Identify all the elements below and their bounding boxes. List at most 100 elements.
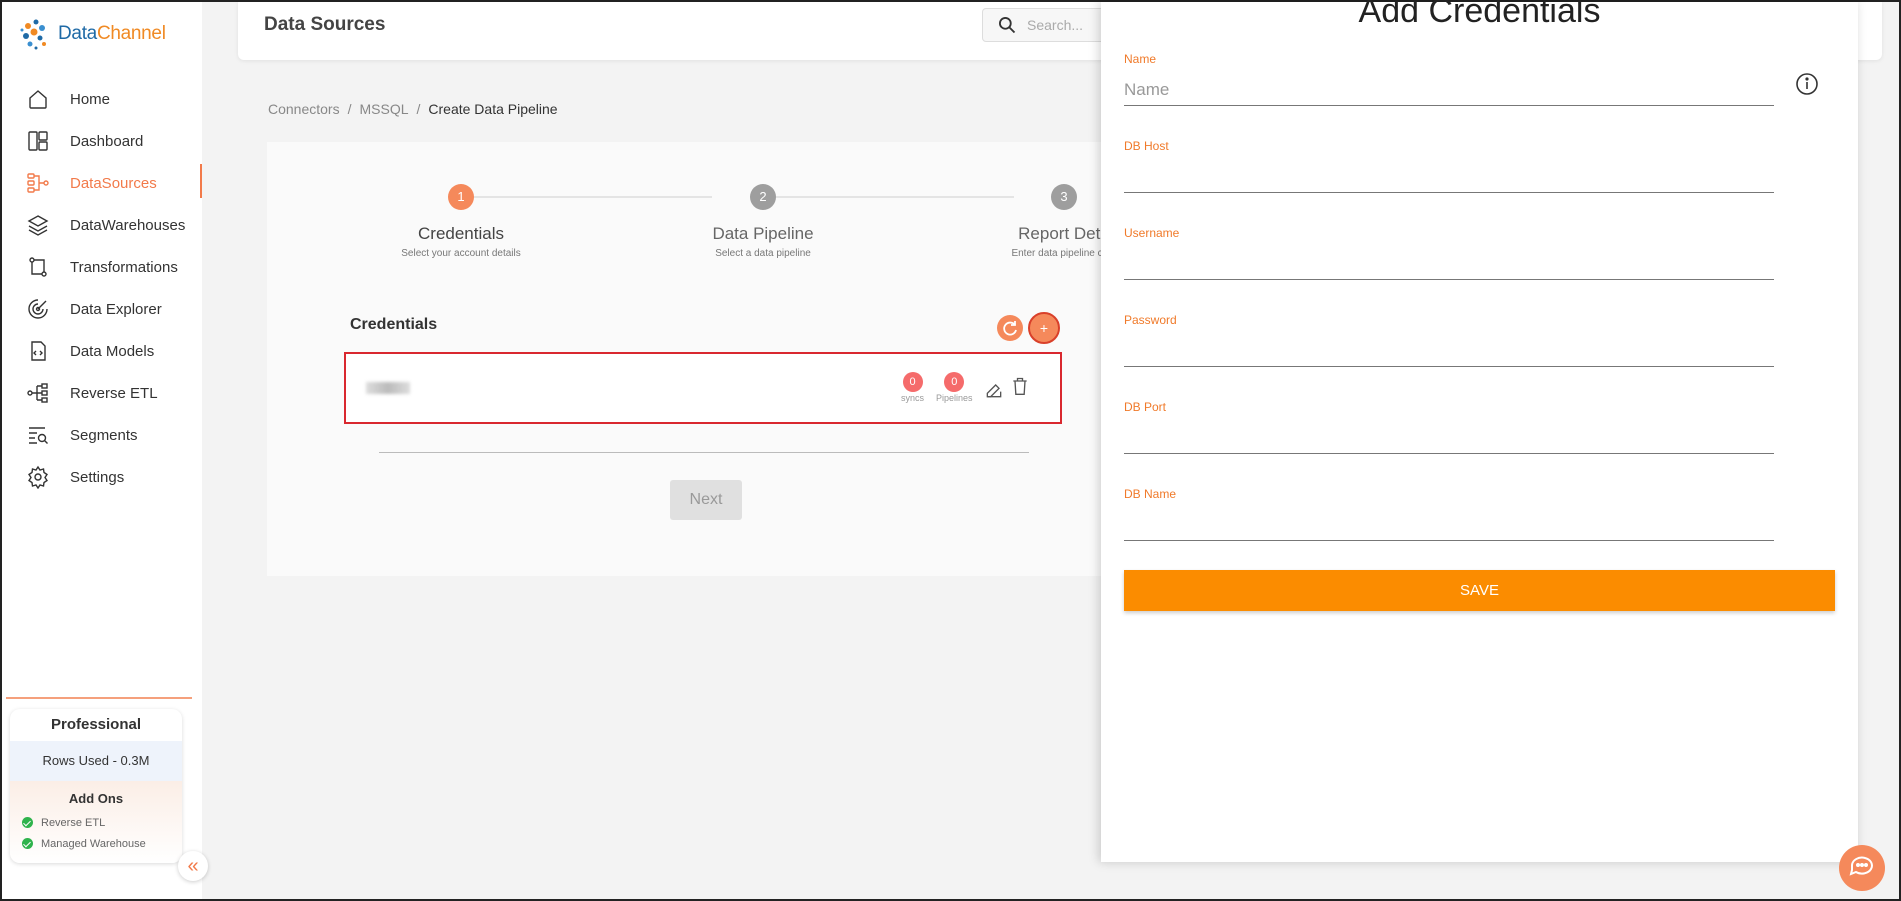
next-button[interactable]: Next [670,480,742,520]
plan-divider [6,697,192,699]
step-credentials[interactable]: 1 Credentials Select your account detail… [361,184,561,259]
page-title: Data Sources [264,14,386,35]
syncs-badge: 0 syncs [901,372,924,403]
divider [379,452,1029,453]
sidebar-item-settings[interactable]: Settings [2,456,202,498]
sidebar-item-label: Data Models [70,342,155,360]
addon-item: Managed Warehouse [10,833,182,854]
db-name-field: DB Name [1124,487,1774,541]
breadcrumb-separator: / [347,101,352,117]
breadcrumb-connectors[interactable]: Connectors [268,101,340,117]
chat-button[interactable] [1839,845,1885,891]
field-label: Username [1124,226,1180,240]
plan-title: Professional [50,716,142,733]
drawer-title: Add Credentials [1358,0,1601,30]
sidebar-nav: Home Dashboard DataSources DataWarehouse… [2,78,202,498]
db-port-input[interactable] [1124,414,1774,454]
check-circle-icon [22,817,33,828]
name-input[interactable] [1124,66,1774,106]
field-label: DB Host [1124,139,1169,153]
sidebar-item-datawarehouses[interactable]: DataWarehouses [2,204,202,246]
plan-card: Professional Rows Used - 0.3M Add Ons Re… [10,709,182,863]
sidebar-item-label: Home [70,90,111,108]
rows-used: Rows Used - 0.3M [10,741,182,781]
credentials-title: Credentials [350,316,438,333]
addons-section: Add Ons Reverse ETL Managed Warehouse [10,781,182,863]
sidebar-item-label: DataSources [70,174,157,192]
step-number: 2 [750,184,776,210]
db-host-input[interactable] [1124,153,1774,193]
datasources-icon [27,173,49,193]
sidebar-item-label: Transformations [70,258,178,276]
credential-name-redacted [366,382,410,394]
sidebar-item-home[interactable]: Home [2,78,202,120]
sidebar-item-label: Segments [70,426,138,444]
password-input[interactable] [1124,327,1774,367]
step-label: Data Pipeline [712,224,814,243]
check-circle-icon [22,838,33,849]
credential-row[interactable]: 0 syncs 0 Pipelines [344,352,1062,424]
gear-icon [28,465,48,489]
sidebar-item-label: Data Explorer [70,300,162,318]
name-field: Name [1124,52,1774,106]
reverse-etl-icon [27,383,48,403]
home-icon [29,90,47,109]
logo-mark-icon [20,19,46,50]
refresh-icon [1003,321,1017,336]
chat-icon [1849,856,1873,876]
sidebar: DataChannel Home Dashboard DataSources D… [2,2,202,899]
field-label: Password [1124,313,1177,327]
field-label: Name [1124,52,1157,66]
step-number: 1 [448,184,474,210]
trash-icon[interactable] [1010,374,1030,398]
breadcrumb-separator: / [416,101,421,117]
field-label: DB Name [1124,487,1177,501]
pipelines-badge: 0 Pipelines [936,372,973,403]
sidebar-item-data-models[interactable]: Data Models [2,330,202,372]
step-subtitle: Select a data pipeline [715,248,811,259]
add-credential-button[interactable]: + [1028,312,1060,344]
search-input[interactable]: Search... [1027,17,1083,33]
dashboard-icon [28,131,48,151]
field-label: DB Port [1124,400,1167,414]
sidebar-item-segments[interactable]: Segments [2,414,202,456]
sidebar-item-datasources[interactable]: DataSources [2,162,202,204]
logo[interactable]: DataChannel [18,16,166,52]
sidebar-item-label: Settings [70,468,125,486]
username-input[interactable] [1124,240,1774,280]
sidebar-item-reverse-etl[interactable]: Reverse ETL [2,372,202,414]
stepper: 1 Credentials Select your account detail… [267,142,1127,282]
username-field: Username [1124,226,1774,280]
breadcrumb-current: Create Data Pipeline [428,101,558,117]
db-host-field: DB Host [1124,139,1774,193]
db-name-input[interactable] [1124,501,1774,541]
segments-icon [29,427,48,444]
edit-icon[interactable] [984,378,1004,402]
step-label: Credentials [418,224,504,243]
pipeline-wizard: 1 Credentials Select your account detail… [267,142,1127,576]
sidebar-item-transformations[interactable]: Transformations [2,246,202,288]
password-field: Password [1124,313,1774,367]
save-button[interactable]: SAVE [1124,570,1835,611]
step-number: 3 [1051,184,1077,210]
refresh-button[interactable] [997,315,1023,341]
db-port-field: DB Port [1124,400,1774,454]
logo-text: DataChannel [58,23,166,44]
breadcrumb: Connectors / MSSQL / Create Data Pipelin… [268,101,558,117]
sidebar-item-label: Dashboard [70,132,144,150]
explorer-icon [28,299,48,319]
models-icon [31,341,46,361]
add-credentials-drawer: Add Credentials Name DB Host Username Pa… [1101,0,1858,862]
addon-item: Reverse ETL [10,812,182,833]
breadcrumb-mssql[interactable]: MSSQL [359,101,408,117]
step-data-pipeline[interactable]: 2 Data Pipeline Select a data pipeline [663,184,863,259]
transformations-icon [29,257,47,277]
sidebar-item-data-explorer[interactable]: Data Explorer [2,288,202,330]
collapse-sidebar-button[interactable]: « [178,851,208,881]
info-icon[interactable] [1795,72,1819,96]
layers-icon [27,215,49,236]
step-subtitle: Select your account details [401,248,521,259]
addons-title: Add Ons [68,791,124,806]
sidebar-item-dashboard[interactable]: Dashboard [2,120,202,162]
search-icon [999,17,1016,34]
